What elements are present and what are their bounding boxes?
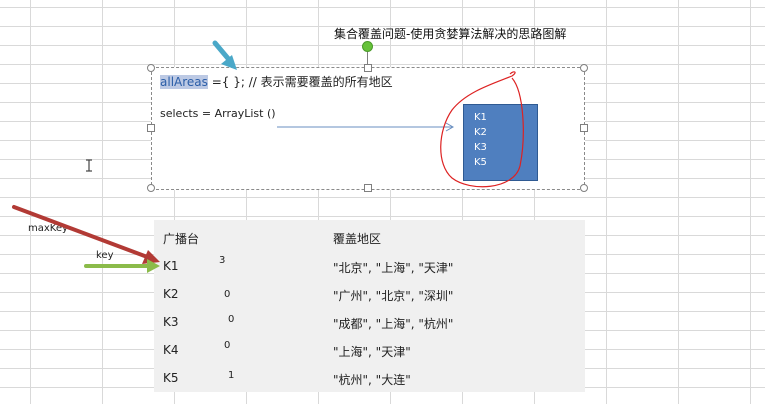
red-circle-annotation: [440, 71, 524, 188]
annotation-overlay: [12, 40, 524, 273]
green-key-arrow-icon: [84, 259, 160, 273]
link-arrow-icon: [277, 122, 455, 132]
blue-arrow-icon: [212, 40, 237, 70]
red-maxkey-arrow-icon: [12, 205, 160, 264]
text-cursor-icon: [86, 159, 92, 172]
